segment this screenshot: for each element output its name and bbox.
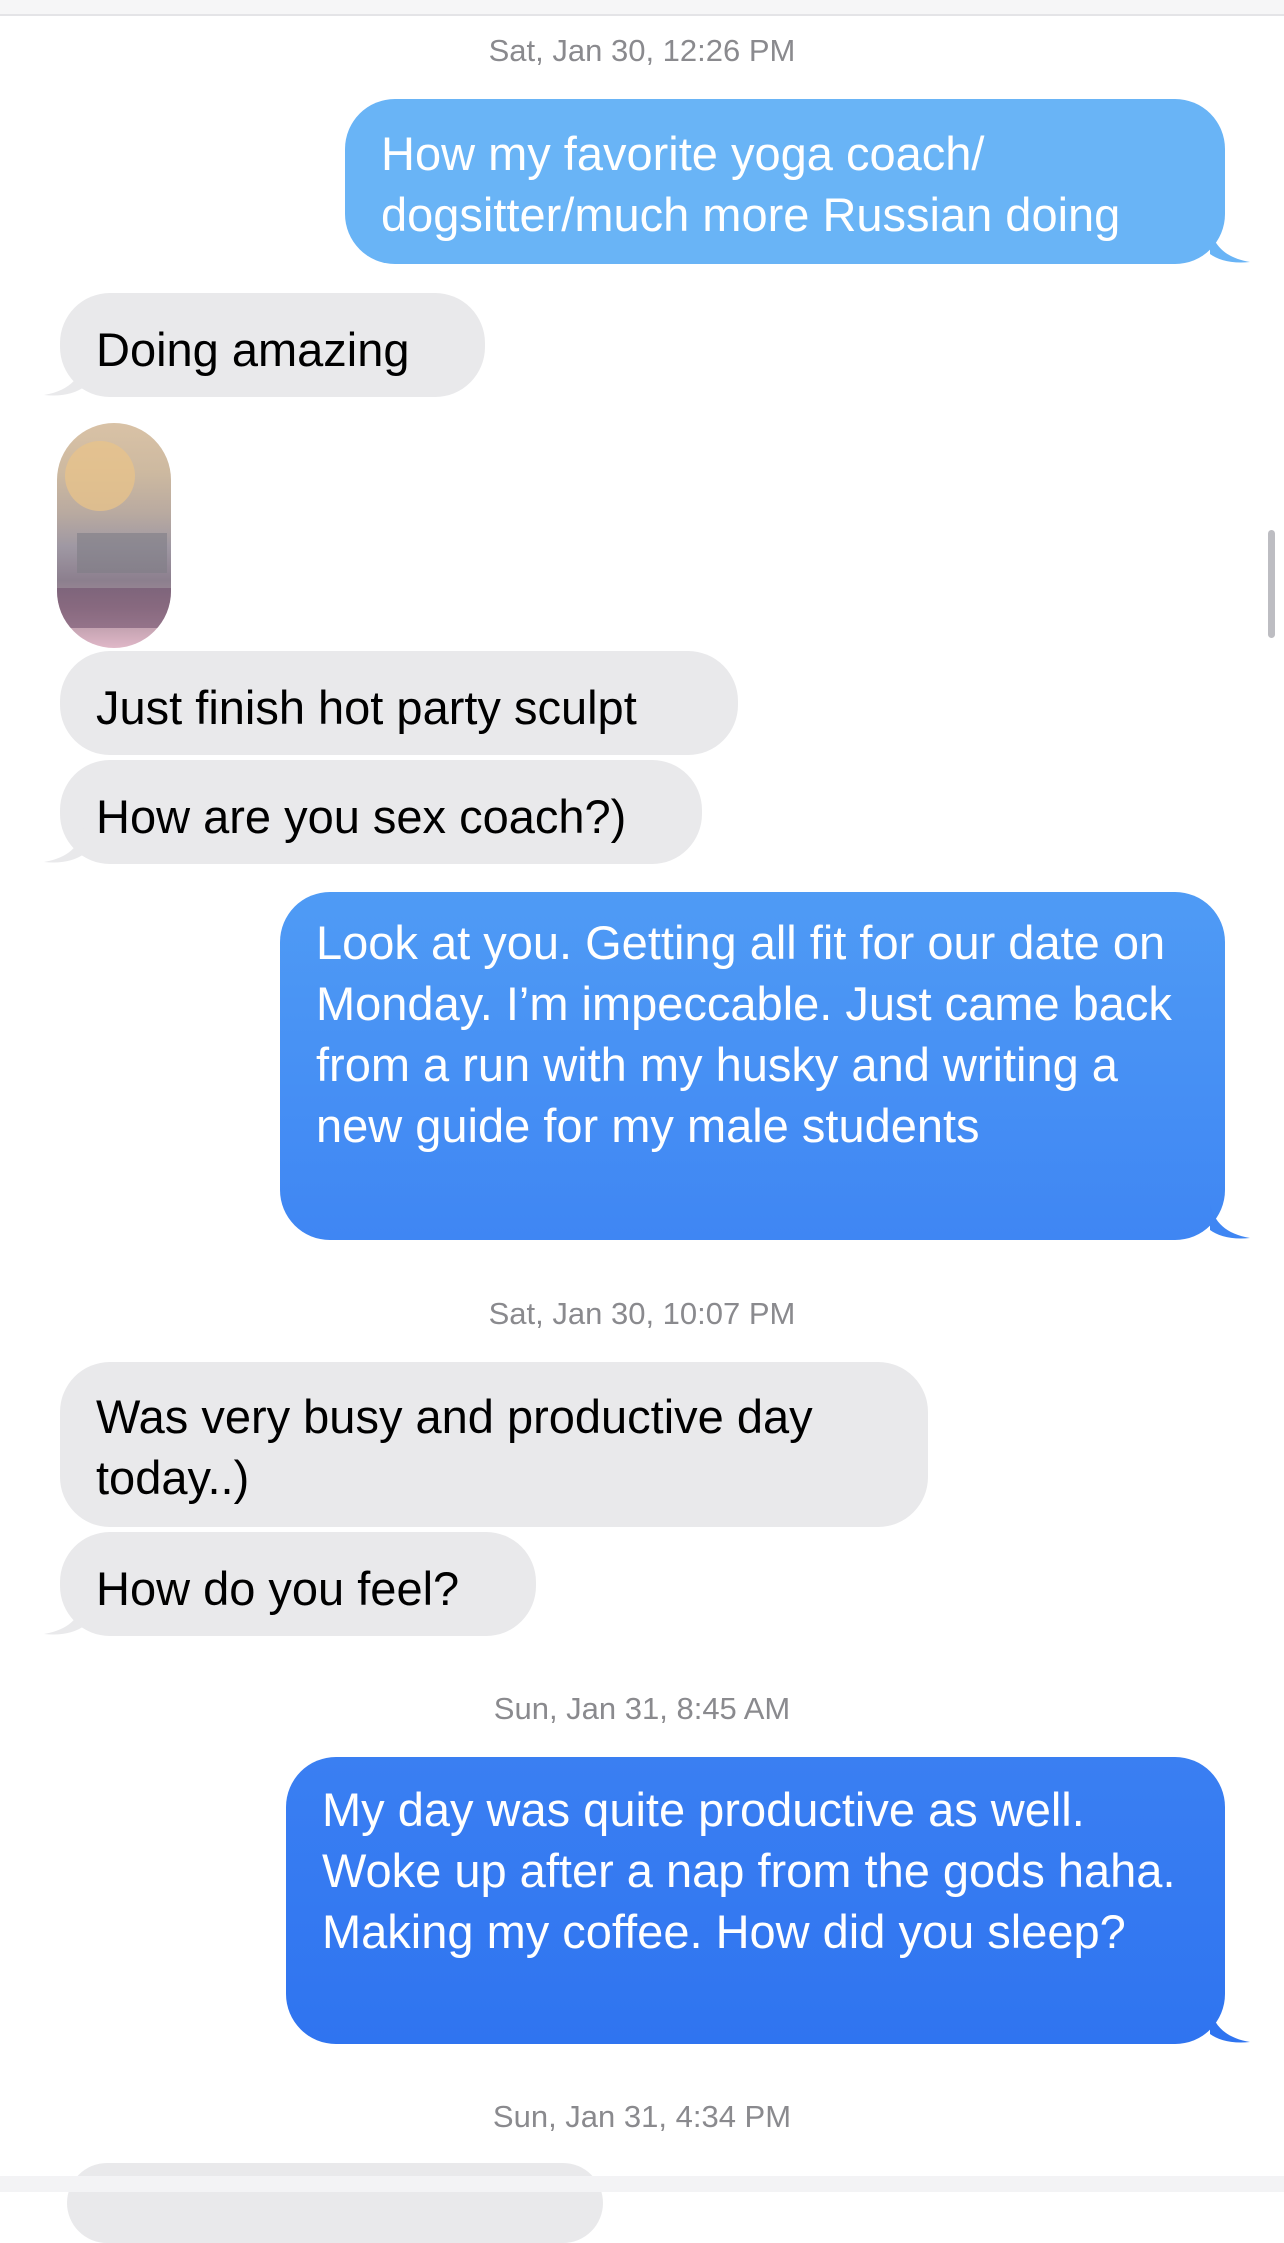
incoming-message[interactable]: Was very busy and productive day today..… [60, 1362, 928, 1527]
blurred-photo-thumbnail [65, 441, 135, 511]
incoming-message[interactable]: Just finish hot party sculpt [60, 651, 738, 755]
photo-blur-shape [77, 533, 167, 573]
timestamp: Sat, Jan 30, 10:07 PM [488, 1296, 796, 1331]
timestamp: Sat, Jan 30, 12:26 PM [488, 33, 796, 68]
photo-blur-shape [57, 588, 171, 628]
outgoing-message[interactable]: My day was quite productive as well. Wok… [286, 1757, 1225, 2044]
outgoing-bubble-tail [1210, 228, 1250, 263]
message-text: Look at you. Getting all fit for our dat… [316, 916, 1172, 1152]
message-text: How my favorite yoga coach/ dogsitter/mu… [381, 127, 1121, 241]
incoming-bubble-tail [44, 828, 84, 863]
timestamp: Sun, Jan 31, 8:45 AM [493, 1691, 791, 1726]
message-text: My day was quite productive as well. Wok… [322, 1783, 1176, 1958]
message-text: How are you sex coach?) [96, 790, 627, 843]
timestamp: Sun, Jan 31, 4:34 PM [492, 2099, 792, 2134]
outgoing-message[interactable]: Look at you. Getting all fit for our dat… [280, 892, 1225, 1240]
message-text: Doing amazing [96, 323, 410, 376]
outgoing-bubble-tail [1210, 2008, 1250, 2043]
incoming-message-partial[interactable] [67, 2163, 603, 2243]
scrollbar[interactable] [1268, 530, 1275, 638]
photo-attachment[interactable] [57, 423, 171, 648]
bottom-edge [0, 2176, 1284, 2192]
incoming-message[interactable]: How do you feel? [60, 1532, 536, 1636]
message-text: How do you feel? [96, 1562, 460, 1615]
incoming-message[interactable]: Doing amazing [60, 293, 485, 397]
message-text: Was very busy and productive day today..… [96, 1390, 813, 1504]
message-thread[interactable]: Sat, Jan 30, 12:26 PM How my favorite yo… [0, 0, 1284, 2243]
incoming-message[interactable]: How are you sex coach?) [60, 760, 702, 864]
incoming-bubble-tail [44, 361, 84, 396]
outgoing-bubble-tail [1210, 1204, 1250, 1239]
outgoing-message[interactable]: How my favorite yoga coach/ dogsitter/mu… [345, 99, 1225, 264]
incoming-bubble-tail [44, 1600, 84, 1635]
message-text: Just finish hot party sculpt [96, 681, 637, 734]
